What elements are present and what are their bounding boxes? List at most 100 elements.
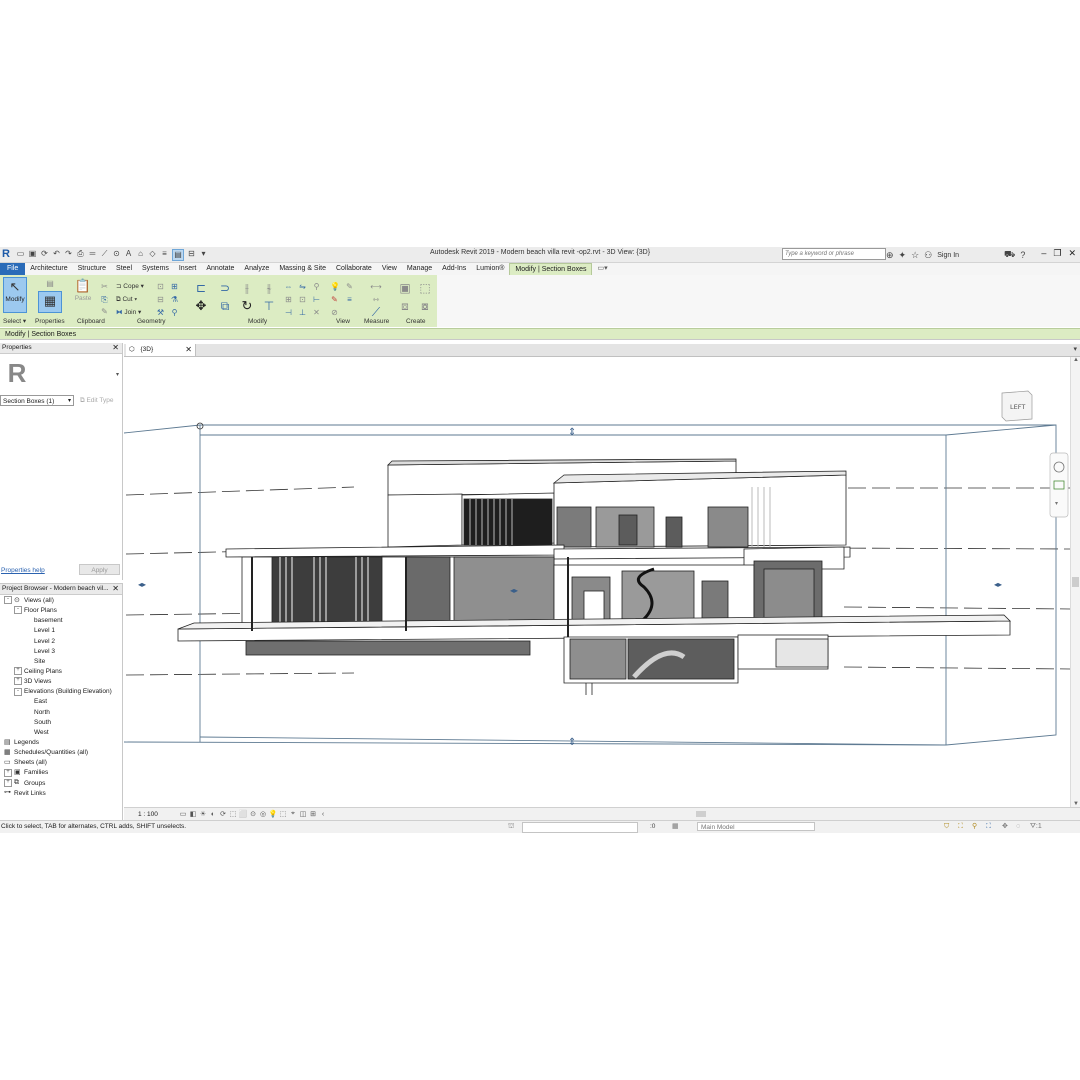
- viewcube[interactable]: LEFT: [1001, 390, 1033, 422]
- open-icon[interactable]: ▭: [16, 249, 25, 259]
- tag-icon[interactable]: ⊙: [112, 249, 121, 259]
- horizontal-scroll-thumb[interactable]: [696, 811, 706, 817]
- tree-node[interactable]: Site: [0, 657, 122, 667]
- crop-region-icon[interactable]: ⬜: [238, 810, 248, 818]
- measure-between-icon[interactable]: ⟷: [366, 282, 386, 291]
- tab-architecture[interactable]: Architecture: [25, 263, 72, 275]
- unpin-icon[interactable]: ⚲: [312, 282, 321, 291]
- paint-icon[interactable]: ⚗: [170, 295, 179, 304]
- collapse-icon[interactable]: -: [4, 596, 12, 605]
- tree-node[interactable]: Level 3: [0, 647, 122, 657]
- mirror-pick-axis-icon[interactable]: ⫲: [240, 281, 254, 295]
- tree-node[interactable]: ▭ Sheets (all): [0, 758, 122, 768]
- close-hidden-windows-icon[interactable]: ⊟: [187, 249, 196, 259]
- text-icon[interactable]: A: [124, 249, 133, 259]
- tree-node[interactable]: - Elevations (Building Elevation): [0, 687, 122, 697]
- measure-icon[interactable]: ═: [88, 249, 97, 259]
- hide-in-view-icon[interactable]: 💡: [330, 282, 340, 291]
- tree-node[interactable]: basement: [0, 616, 122, 626]
- tab-add-ins[interactable]: Add-Ins: [437, 263, 471, 275]
- close-icon[interactable]: ✕: [1068, 248, 1076, 259]
- tree-node[interactable]: ⊶ Revit Links: [0, 789, 122, 799]
- create-group-icon[interactable]: ⧈: [398, 299, 412, 313]
- 3d-view-canvas[interactable]: ⇕ ⇕ ◂▸ ◂▸ ◂▸ LEFT ▾: [124, 357, 1070, 807]
- split-face-icon[interactable]: ⊟: [156, 295, 165, 304]
- close-icon[interactable]: ✕: [185, 344, 192, 356]
- cut-profile-icon[interactable]: ⊘: [330, 308, 339, 317]
- tree-node[interactable]: Level 2: [0, 637, 122, 647]
- lock-view-icon[interactable]: ⊙: [248, 810, 258, 818]
- create-assembly-icon[interactable]: ▣: [398, 281, 412, 295]
- bottom-arrow-icon[interactable]: ⇕: [568, 737, 576, 748]
- close-icon[interactable]: ✕: [112, 584, 119, 594]
- view-tab-3d[interactable]: ⬡ {3D} ✕: [126, 344, 196, 356]
- view-scale[interactable]: 1 : 100: [124, 811, 178, 818]
- expand-icon[interactable]: +: [4, 768, 12, 777]
- collapse-icon[interactable]: -: [14, 687, 22, 696]
- scroll-left-icon[interactable]: ‹: [318, 811, 328, 818]
- align-icon[interactable]: ⊏: [194, 281, 208, 295]
- delete-icon[interactable]: ✕: [312, 308, 321, 317]
- worksharing-icon[interactable]: ⬚: [278, 810, 288, 818]
- reveal-hidden-icon[interactable]: 💡: [268, 810, 278, 818]
- detail-level-icon[interactable]: ▭: [178, 810, 188, 818]
- crop-view-icon[interactable]: ⬚: [228, 810, 238, 818]
- demolish-icon[interactable]: ⚒: [156, 308, 165, 317]
- right-arrow-icon[interactable]: ◂▸: [994, 580, 1002, 589]
- sun-path-icon[interactable]: ☀: [198, 810, 208, 818]
- rotate-icon[interactable]: ↻: [240, 299, 254, 313]
- unjoin-icon[interactable]: ⊡: [156, 282, 165, 291]
- navigation-bar[interactable]: ▾: [1049, 452, 1069, 518]
- apply-button[interactable]: Apply: [79, 564, 120, 575]
- binoculars-icon[interactable]: ⊕: [886, 250, 894, 261]
- active-workset-dropdown[interactable]: [522, 822, 638, 833]
- pick-icon[interactable]: ⚲: [170, 308, 179, 317]
- select-underlay-icon[interactable]: ⛶: [958, 821, 963, 833]
- undo-icon[interactable]: ↶: [52, 249, 61, 259]
- design-option-dropdown[interactable]: Main Model: [697, 822, 815, 831]
- tree-node[interactable]: + ▣ Families: [0, 768, 122, 778]
- expand-icon[interactable]: +: [4, 778, 12, 787]
- modify-button[interactable]: ↖ Modify: [3, 277, 27, 313]
- sign-in-link[interactable]: Sign In: [937, 252, 959, 259]
- vertical-scrollbar[interactable]: ▲ ▼: [1070, 357, 1080, 807]
- mirror-draw-axis-icon[interactable]: ⫳: [262, 281, 276, 295]
- trim-extend-icon[interactable]: ⊤: [262, 299, 276, 313]
- thin-lines-icon[interactable]: ≡: [160, 249, 169, 259]
- reveal-constraints-icon[interactable]: ⊞: [308, 810, 318, 818]
- restore-icon[interactable]: ❐: [1053, 248, 1061, 259]
- favorites-icon[interactable]: ☆: [911, 250, 919, 261]
- default-3d-view-icon[interactable]: ⌂: [136, 249, 145, 259]
- offset-icon[interactable]: ⊃: [218, 281, 232, 295]
- zoom-dropdown-icon[interactable]: ▾: [1055, 500, 1058, 507]
- override-graphics-icon[interactable]: ✎: [345, 282, 354, 291]
- tree-node[interactable]: ▤ Legends: [0, 738, 122, 748]
- create-similar-icon[interactable]: ⧇: [418, 299, 432, 313]
- cut-to-clipboard-icon[interactable]: ✂: [100, 282, 109, 291]
- select-dropdown[interactable]: Select ▾: [3, 317, 26, 327]
- tab-structure[interactable]: Structure: [73, 263, 111, 275]
- print-icon[interactable]: ⎙: [76, 249, 85, 259]
- copy-to-clipboard-icon[interactable]: ⎘: [100, 295, 109, 304]
- switch-windows-icon[interactable]: ▤: [172, 249, 184, 261]
- center-arrow-icon[interactable]: ◂▸: [510, 586, 518, 595]
- scale-icon[interactable]: ⊡: [298, 295, 307, 304]
- viewcube-face-label[interactable]: LEFT: [1010, 403, 1025, 411]
- tree-node[interactable]: +3D Views: [0, 677, 122, 687]
- design-options-icon[interactable]: ▦: [672, 821, 679, 833]
- collapse-icon[interactable]: -: [14, 606, 22, 615]
- array-icon[interactable]: ⊞: [284, 295, 293, 304]
- section-icon[interactable]: ◇: [148, 249, 157, 259]
- trim-multiple-icon[interactable]: ⊣: [284, 308, 293, 317]
- select-pinned-icon[interactable]: ⚲: [972, 821, 977, 833]
- tree-node[interactable]: North: [0, 708, 122, 718]
- revit-logo-icon[interactable]: R: [2, 248, 12, 260]
- expand-icon[interactable]: +: [14, 667, 22, 676]
- expand-icon[interactable]: +: [14, 677, 22, 686]
- paste-button[interactable]: 📋 Paste: [72, 277, 94, 311]
- tab-annotate[interactable]: Annotate: [201, 263, 239, 275]
- type-properties-button[interactable]: ▦: [38, 291, 62, 313]
- close-icon[interactable]: ✕: [112, 343, 119, 353]
- top-arrow-icon[interactable]: ⇕: [568, 427, 576, 438]
- tab-insert[interactable]: Insert: [174, 263, 202, 275]
